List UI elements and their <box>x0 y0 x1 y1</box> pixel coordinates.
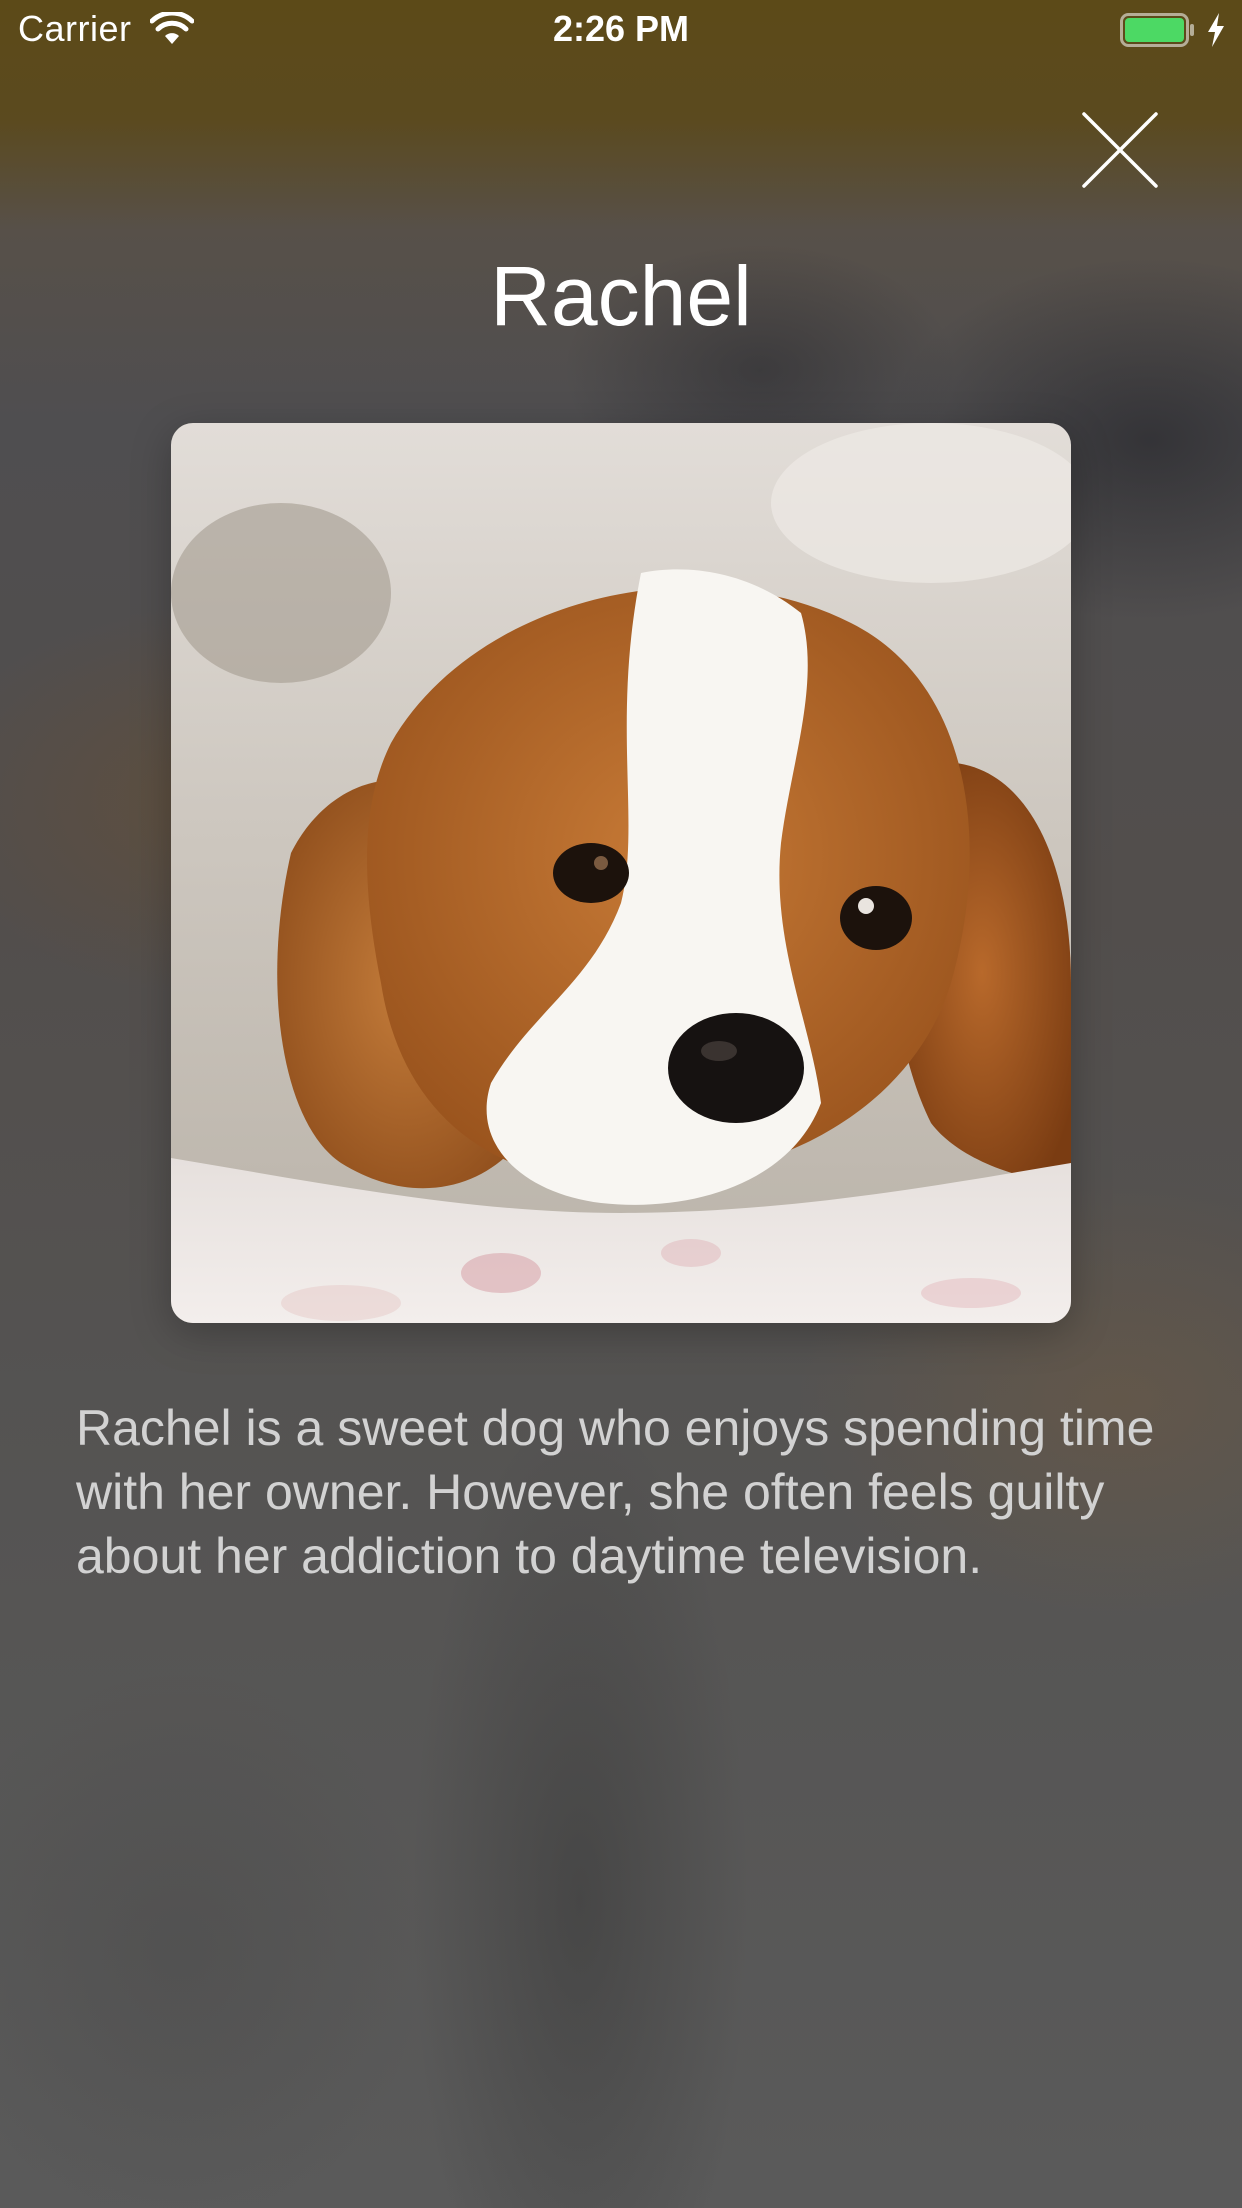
close-button[interactable] <box>1078 108 1162 192</box>
dog-photo <box>171 423 1071 1323</box>
charging-bolt-icon <box>1208 13 1224 47</box>
pet-name-title: Rachel <box>490 249 752 343</box>
clock: 2:26 PM <box>552 8 690 49</box>
battery-icon <box>1120 13 1194 47</box>
status-bar: Carrier 2:26 PM <box>0 0 1242 62</box>
close-icon <box>1082 112 1158 188</box>
pet-description: Rachel is a sweet dog who enjoys spendin… <box>76 1400 1155 1584</box>
